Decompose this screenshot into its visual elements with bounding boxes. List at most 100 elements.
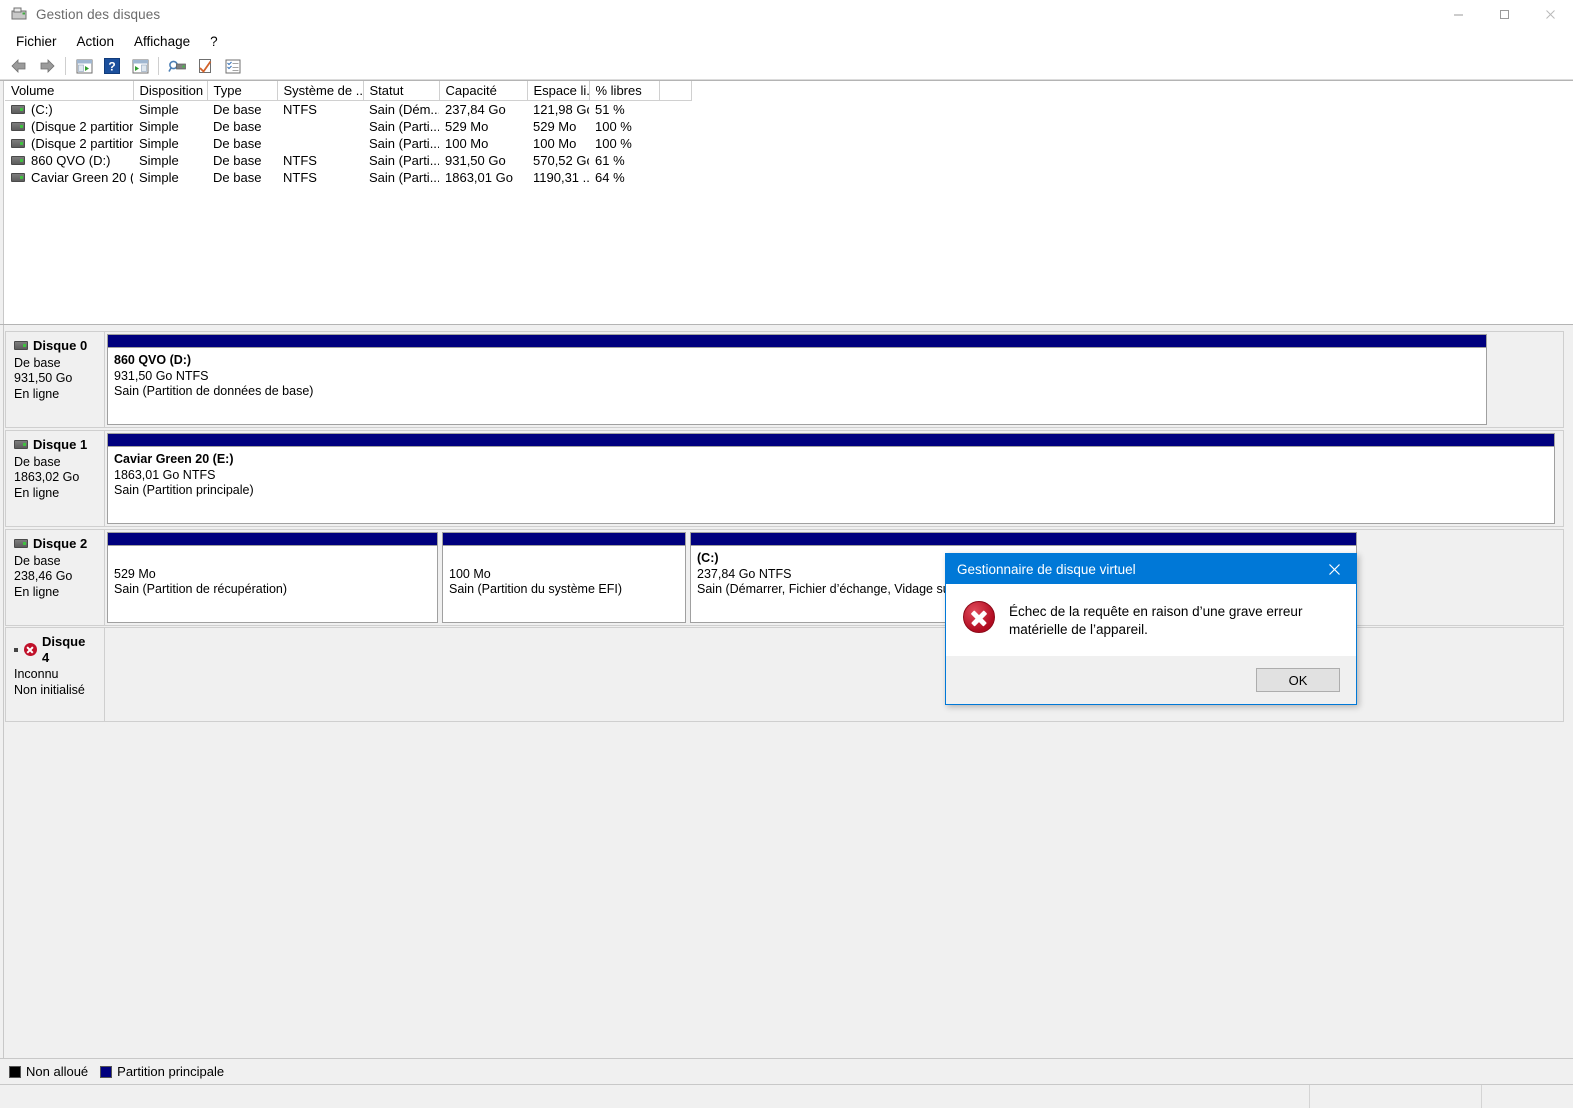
cell-status: Sain (Parti... (369, 170, 439, 185)
toolbar-separator (65, 57, 66, 75)
menu-bar: Fichier Action Affichage ? (0, 29, 1573, 53)
column-header-filesystem[interactable]: Système de ... (277, 81, 364, 101)
show-action-pane-icon[interactable] (126, 54, 154, 78)
back-icon[interactable] (5, 54, 33, 78)
menu-action[interactable]: Action (67, 31, 125, 52)
disk-state: En ligne (14, 386, 60, 401)
show-console-tree-icon[interactable] (70, 54, 98, 78)
svg-text:?: ? (108, 60, 115, 74)
disk-name: Disque 0 (33, 338, 88, 353)
column-header-disposition[interactable]: Disposition (133, 81, 208, 101)
disk-header-2[interactable]: Disque 2 De base 238,46 Go En ligne (5, 529, 105, 626)
disk-kind: Inconnu (14, 667, 59, 681)
cell-percent-free: 61 % (595, 153, 625, 168)
disk-state: Non initialisé (14, 682, 85, 697)
menu-help[interactable]: ? (200, 31, 228, 52)
toolbar-separator (158, 57, 159, 75)
partition-block[interactable]: 529 Mo Sain (Partition de récupération) (107, 532, 438, 623)
column-header-status[interactable]: Statut (363, 81, 440, 101)
column-header-blank[interactable] (659, 81, 692, 101)
drive-icon (14, 341, 28, 351)
close-button[interactable] (1527, 0, 1573, 29)
cell-status: Sain (Parti... (369, 153, 439, 168)
disk-header-1[interactable]: Disque 1 De base 1863,02 Go En ligne (5, 430, 105, 527)
disk-header-3[interactable]: Disque 4 Inconnu Non initialisé (5, 627, 105, 722)
cell-percent-free: 100 % (595, 119, 632, 134)
table-row[interactable]: 860 QVO (D:) Simple De base NTFS Sain (Parti… (5, 152, 691, 169)
drive-icon (14, 440, 28, 450)
cell-free-space: 570,52 Go (533, 153, 589, 168)
partition-size: 1863,01 Go NTFS (114, 467, 216, 482)
disk-state: En ligne (14, 584, 60, 599)
list-view-icon[interactable] (219, 54, 247, 78)
title-bar: Gestion des disques (0, 0, 1573, 29)
virtual-disk-manager-dialog[interactable]: Gestionnaire de disque virtuel Échec de … (945, 553, 1357, 705)
disk-error-icon (23, 643, 37, 656)
volume-label: (Disque 2 partition... (31, 136, 133, 151)
partition-color-bar (691, 533, 1356, 546)
column-header-type[interactable]: Type (207, 81, 278, 101)
cell-filesystem (277, 118, 363, 135)
volume-label: Caviar Green 20 (E:) (31, 170, 133, 185)
cell-volume: Caviar Green 20 (E:) (5, 169, 133, 186)
disk-header-0[interactable]: Disque 0 De base 931,50 Go En ligne (5, 331, 105, 428)
ok-button[interactable]: OK (1256, 668, 1340, 692)
disk-state: En ligne (14, 485, 60, 500)
table-row[interactable]: (C:) Simple De base NTFS Sain (Dém... 237,84 … (5, 101, 691, 119)
partition-status: Sain (Partition du système EFI) (449, 582, 622, 596)
cell-disposition: Simple (139, 136, 179, 151)
partition-status: Sain (Partition de données de base) (114, 384, 314, 398)
maximize-button[interactable] (1481, 0, 1527, 29)
partition-info: 860 QVO (D:) 931,50 Go NTFS Sain (Partitio… (108, 348, 1486, 424)
help-icon[interactable]: ? (98, 54, 126, 78)
cell-blank (659, 135, 691, 152)
legend-label-primary-partition: Partition principale (117, 1064, 225, 1079)
graph-left-scroll-strip[interactable] (0, 325, 4, 1058)
column-header-percent-free[interactable]: % libres (589, 81, 660, 101)
disk-row[interactable]: Disque 0 De base 931,50 Go En ligne 860 QVO … (5, 331, 1564, 428)
legend-label-unallocated: Non alloué (26, 1064, 89, 1079)
cell-percent-free: 64 % (595, 170, 625, 185)
cell-filesystem: NTFS (283, 170, 317, 185)
minimize-button[interactable] (1435, 0, 1481, 29)
disk-body[interactable]: Caviar Green 20 (E:) 1863,01 Go NTFS Sain … (105, 430, 1564, 527)
cell-free-space: 1190,31 ... (533, 170, 589, 185)
column-header-free-space[interactable]: Espace li... (527, 81, 590, 101)
cell-status: Sain (Parti... (369, 136, 439, 151)
legend-unallocated: Non alloué (9, 1064, 88, 1079)
partition-info: 529 Mo Sain (Partition de récupération) (108, 546, 437, 622)
left-scroll-strip[interactable] (0, 81, 4, 324)
partition-block[interactable]: 860 QVO (D:) 931,50 Go NTFS Sain (Partitio… (107, 334, 1487, 425)
cell-type: De base (213, 102, 262, 117)
disk-row[interactable]: Disque 1 De base 1863,02 Go En ligne Caviar … (5, 430, 1564, 527)
disk-body[interactable]: 860 QVO (D:) 931,50 Go NTFS Sain (Partitio… (105, 331, 1564, 428)
volume-table[interactable]: Volume Disposition Type Système de ... S… (5, 81, 692, 186)
table-row[interactable]: (Disque 2 partition... Simple De base Sain … (5, 118, 691, 135)
menu-view[interactable]: Affichage (124, 31, 200, 52)
partition-block[interactable]: Caviar Green 20 (E:) 1863,01 Go NTFS Sain … (107, 433, 1555, 524)
partition-block[interactable]: 100 Mo Sain (Partition du système EFI) (442, 532, 686, 623)
legend-bar: Non alloué Partition principale (0, 1058, 1573, 1084)
status-cell-tertiary (1482, 1085, 1573, 1108)
rescan-disks-icon[interactable] (163, 54, 191, 78)
volume-list-pane[interactable]: Volume Disposition Type Système de ... S… (0, 80, 1573, 325)
volume-label: (C:) (31, 102, 53, 117)
cell-type: De base (213, 136, 262, 151)
disk-size: 238,46 Go (14, 569, 73, 583)
table-row[interactable]: (Disque 2 partition... Simple De base Sain … (5, 135, 691, 152)
table-row[interactable]: Caviar Green 20 (E:) Simple De base NTFS Sai… (5, 169, 691, 186)
dialog-message: Échec de la requête en raison d’une grav… (1009, 604, 1303, 637)
status-cell-secondary (1310, 1085, 1482, 1108)
cell-status: Sain (Dém... (369, 102, 439, 117)
forward-icon[interactable] (33, 54, 61, 78)
disk-name: Disque 1 (33, 437, 88, 452)
properties-icon[interactable] (191, 54, 219, 78)
partition-color-bar (108, 533, 437, 546)
partition-title-placeholder (114, 551, 431, 567)
cell-volume: (Disque 2 partition... (5, 118, 133, 135)
partition-info: Caviar Green 20 (E:) 1863,01 Go NTFS Sain … (108, 447, 1554, 523)
dialog-close-button[interactable] (1312, 554, 1356, 584)
column-header-volume[interactable]: Volume (5, 81, 134, 101)
column-header-capacity[interactable]: Capacité (439, 81, 528, 101)
menu-file[interactable]: Fichier (6, 31, 67, 52)
